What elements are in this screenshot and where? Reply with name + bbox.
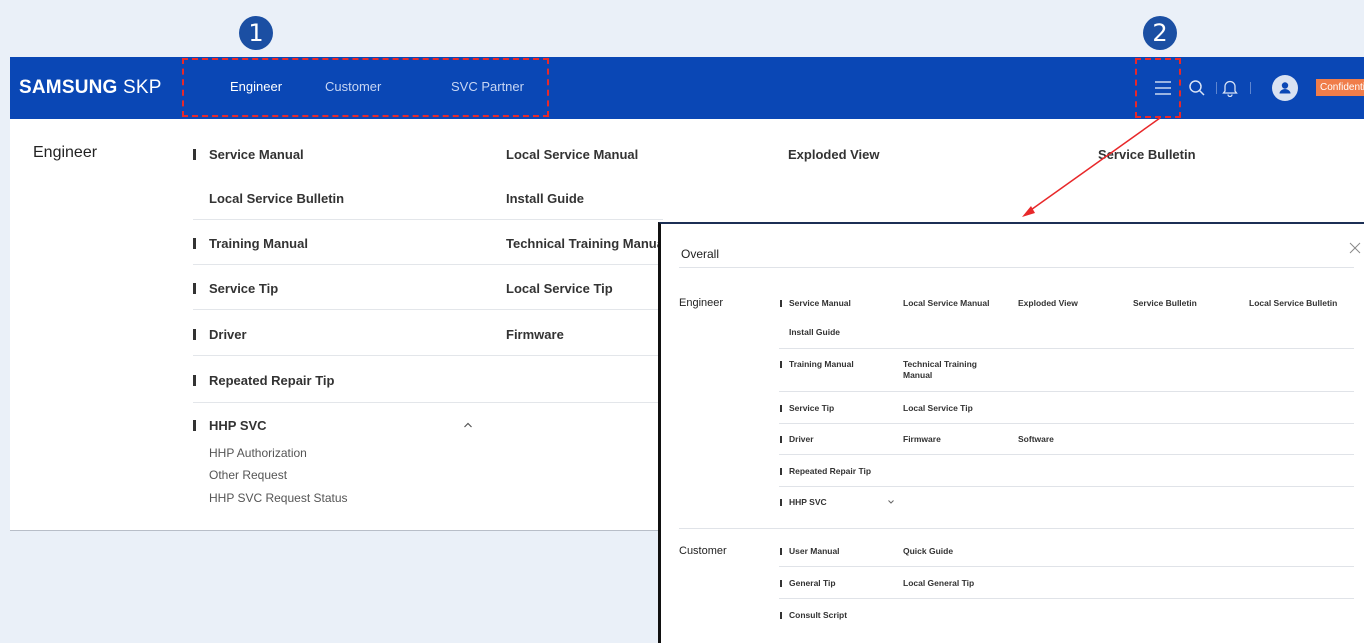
- menu-service-tip[interactable]: Service Tip: [192, 281, 278, 296]
- divider: [779, 486, 1354, 487]
- menu-firmware[interactable]: Firmware: [506, 327, 564, 342]
- annotation-arrow: [1022, 117, 1161, 217]
- menu-local-service-manual[interactable]: Local Service Manual: [506, 147, 638, 162]
- logo-samsung: SAMSUNG: [19, 77, 118, 98]
- section-engineer-title: Engineer: [33, 144, 98, 161]
- highlight-menu-box: [1135, 58, 1181, 118]
- modal-title: Overall: [681, 247, 720, 261]
- modal-section-customer: Customer: [679, 545, 727, 557]
- modal-driver[interactable]: Driver: [780, 434, 814, 445]
- divider: [779, 348, 1354, 349]
- chevron-up-icon[interactable]: [463, 421, 473, 429]
- modal-user-manual[interactable]: User Manual: [780, 546, 840, 557]
- callout-2: 2: [1143, 16, 1177, 50]
- menu-hhp-svc[interactable]: HHP SVC: [193, 418, 267, 433]
- divider: [779, 598, 1354, 599]
- user-icon: [1279, 82, 1291, 94]
- separator: [1216, 82, 1217, 94]
- divider: [779, 566, 1354, 567]
- divider: [193, 402, 663, 403]
- divider: [193, 264, 663, 265]
- top-navigation-bar: SAMSUNG SKP Engineer Customer SVC Partne…: [10, 57, 1364, 119]
- modal-general-tip[interactable]: General Tip: [780, 578, 836, 589]
- chevron-down-icon[interactable]: [887, 499, 895, 505]
- divider: [193, 355, 663, 356]
- menu-service-manual[interactable]: Service Manual: [193, 147, 304, 162]
- highlight-nav-box: [182, 58, 549, 117]
- submenu-other-request[interactable]: Other Request: [209, 468, 287, 482]
- search-icon[interactable]: [1188, 79, 1206, 97]
- section-divider: [679, 528, 1354, 529]
- bell-icon[interactable]: [1222, 79, 1238, 97]
- modal-local-service-manual[interactable]: Local Service Manual: [903, 298, 989, 309]
- overall-menu-modal: Overall Engineer Service Manual Local Se…: [658, 222, 1364, 643]
- divider: [193, 309, 663, 310]
- modal-training-manual[interactable]: Training Manual: [780, 359, 854, 370]
- submenu-hhp-authorization[interactable]: HHP Authorization: [209, 446, 307, 460]
- separator: [1250, 82, 1251, 94]
- modal-exploded-view[interactable]: Exploded View: [1018, 298, 1078, 309]
- modal-technical-training-manual[interactable]: Technical Training Manual: [903, 359, 983, 381]
- menu-training-manual[interactable]: Training Manual: [193, 236, 308, 251]
- submenu-hhp-svc-request-status[interactable]: HHP SVC Request Status: [209, 491, 348, 505]
- menu-exploded-view[interactable]: Exploded View: [788, 147, 880, 162]
- menu-local-service-tip[interactable]: Local Service Tip: [506, 281, 613, 296]
- menu-driver[interactable]: Driver: [193, 327, 247, 342]
- modal-local-service-bulletin[interactable]: Local Service Bulletin: [1249, 298, 1337, 309]
- close-icon[interactable]: [1349, 242, 1361, 254]
- menu-install-guide[interactable]: Install Guide: [506, 191, 584, 206]
- modal-consult-script[interactable]: Consult Script: [779, 610, 847, 621]
- modal-firmware[interactable]: Firmware: [903, 434, 941, 445]
- user-avatar[interactable]: [1272, 75, 1298, 101]
- modal-service-tip[interactable]: Service Tip: [779, 403, 834, 414]
- samsung-skp-logo[interactable]: SAMSUNG SKP: [19, 77, 162, 99]
- menu-repeated-repair-tip[interactable]: Repeated Repair Tip: [192, 373, 334, 388]
- divider: [779, 454, 1354, 455]
- modal-local-service-tip[interactable]: Local Service Tip: [903, 403, 973, 414]
- confidential-badge: Confidential: [1316, 79, 1364, 96]
- callout-1: 1: [239, 16, 273, 50]
- logo-skp: SKP: [117, 77, 162, 98]
- divider: [779, 423, 1354, 424]
- modal-install-guide[interactable]: Install Guide: [789, 327, 840, 338]
- divider: [193, 219, 663, 220]
- modal-quick-guide[interactable]: Quick Guide: [903, 546, 953, 557]
- modal-hhp-svc[interactable]: HHP SVC: [780, 497, 827, 508]
- menu-technical-training-manual[interactable]: Technical Training Manual: [506, 236, 668, 251]
- modal-section-engineer: Engineer: [679, 297, 724, 309]
- modal-title-divider: [679, 267, 1354, 268]
- modal-software[interactable]: Software: [1018, 434, 1054, 445]
- menu-local-service-bulletin[interactable]: Local Service Bulletin: [209, 191, 344, 206]
- modal-local-general-tip[interactable]: Local General Tip: [903, 578, 974, 589]
- modal-repeated-repair-tip[interactable]: Repeated Repair Tip: [779, 466, 871, 477]
- modal-service-manual[interactable]: Service Manual: [780, 298, 851, 309]
- divider: [779, 391, 1354, 392]
- modal-service-bulletin[interactable]: Service Bulletin: [1133, 298, 1197, 309]
